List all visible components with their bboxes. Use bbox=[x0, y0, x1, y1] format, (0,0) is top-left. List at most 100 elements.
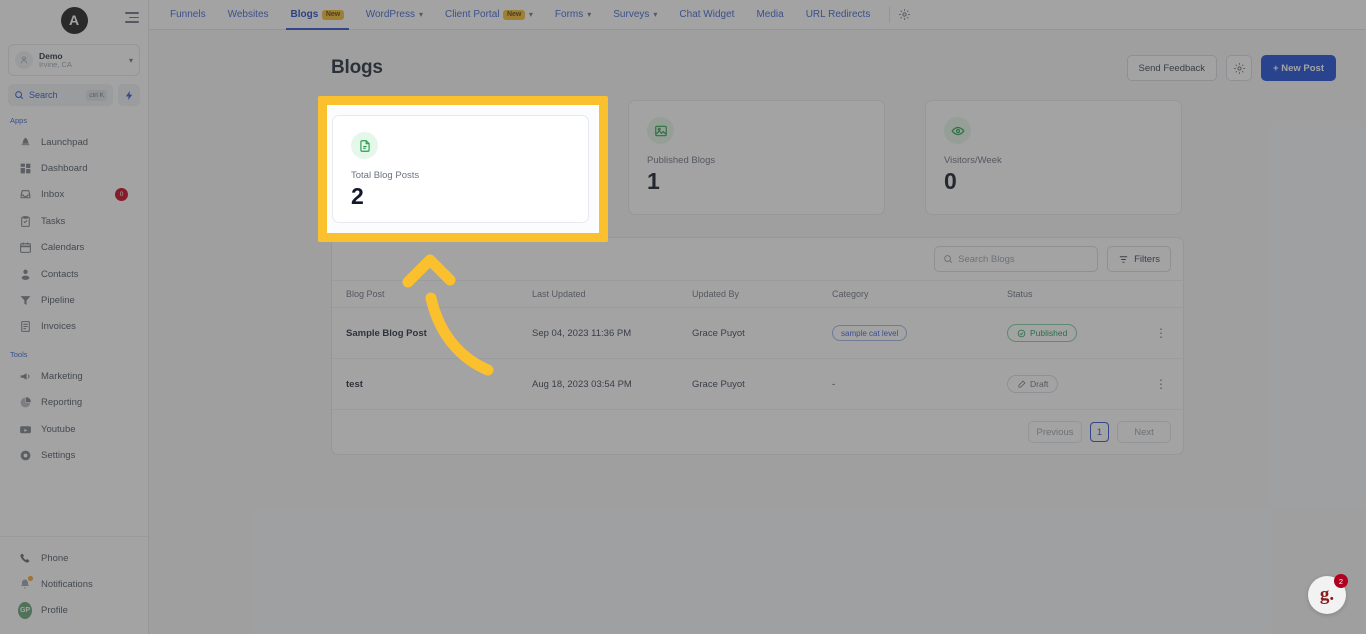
sidebar-nav-tools: Marketing Reporting Youtube Settings bbox=[0, 363, 148, 469]
column-header-blog-post: Blog Post bbox=[332, 280, 532, 308]
filters-button[interactable]: Filters bbox=[1107, 246, 1171, 272]
sidebar-item-settings[interactable]: Settings bbox=[0, 442, 148, 468]
tab-wordpress[interactable]: WordPress ▾ bbox=[355, 0, 434, 30]
stat-card-value: 1 bbox=[647, 168, 660, 194]
filter-funnel-icon bbox=[18, 294, 32, 308]
sidebar-item-label: Contacts bbox=[41, 268, 79, 280]
sidebar-item-label: Reporting bbox=[41, 397, 83, 409]
image-icon bbox=[647, 117, 674, 144]
quick-actions-button[interactable] bbox=[118, 84, 140, 106]
tab-label: Websites bbox=[227, 9, 269, 20]
sidebar-item-inbox[interactable]: Inbox 0 bbox=[0, 182, 148, 208]
gear-icon bbox=[18, 448, 32, 462]
cell-blog-post: test bbox=[332, 358, 532, 410]
rocket-icon bbox=[18, 135, 32, 149]
page-settings-button[interactable] bbox=[1226, 55, 1253, 81]
sidebar-collapse-icon[interactable] bbox=[125, 12, 141, 26]
tab-surveys[interactable]: Surveys ▾ bbox=[602, 0, 668, 30]
sidebar-item-label: Pipeline bbox=[41, 295, 75, 307]
stat-card-visitors-week[interactable]: Visitors/Week 0 bbox=[925, 100, 1182, 215]
sidebar-item-marketing[interactable]: Marketing bbox=[0, 363, 148, 389]
column-header-last-updated: Last Updated bbox=[532, 280, 692, 308]
app-screen: A Demo Irvine, CA ▾ Search ctrl K Apps L… bbox=[0, 0, 1366, 634]
tab-label: WordPress bbox=[365, 9, 415, 20]
sidebar-logo-row: A bbox=[0, 0, 148, 40]
tab-forms[interactable]: Forms ▾ bbox=[544, 0, 602, 30]
stat-card-published-blogs[interactable]: Published Blogs 1 bbox=[628, 100, 885, 215]
table-row[interactable]: Sample Blog Post Sep 04, 2023 11:36 PM G… bbox=[332, 307, 1185, 359]
sidebar-item-label: Invoices bbox=[41, 321, 76, 333]
sidebar-item-launchpad[interactable]: Launchpad bbox=[0, 129, 148, 155]
filters-label: Filters bbox=[1134, 253, 1160, 265]
highlighted-stat-card-total-blog-posts[interactable]: Total Blog Posts 2 bbox=[332, 115, 589, 223]
pagination-previous-button[interactable]: Previous bbox=[1028, 421, 1082, 443]
page-header-actions: Send Feedback + New Post bbox=[1126, 55, 1336, 81]
sidebar-section-tools: Tools bbox=[10, 350, 28, 360]
sidebar-item-pipeline[interactable]: Pipeline bbox=[0, 287, 148, 313]
support-widget-button[interactable]: g. 2 bbox=[1308, 574, 1348, 614]
person-icon bbox=[18, 267, 32, 281]
sidebar-item-invoices[interactable]: Invoices bbox=[0, 314, 148, 340]
topbar-settings-button[interactable] bbox=[898, 8, 911, 21]
tab-label: Blogs bbox=[290, 9, 319, 20]
tab-funnels[interactable]: Funnels bbox=[159, 0, 217, 30]
status-badge: Draft bbox=[1007, 375, 1059, 393]
chevron-down-icon: ▾ bbox=[653, 10, 658, 19]
search-blogs-placeholder: Search Blogs bbox=[958, 253, 1015, 265]
stat-card-value: 0 bbox=[944, 168, 957, 194]
search-shortcut: ctrl K bbox=[86, 89, 107, 101]
table-row[interactable]: test Aug 18, 2023 03:54 PM Grace Puyot -… bbox=[332, 358, 1185, 410]
pagination: Previous 1 Next bbox=[332, 410, 1183, 454]
pagination-page-1[interactable]: 1 bbox=[1090, 422, 1109, 442]
search-icon bbox=[15, 91, 24, 100]
sidebar-item-phone[interactable]: Phone bbox=[0, 545, 148, 571]
gear-icon bbox=[899, 9, 911, 20]
sidebar-item-contacts[interactable]: Contacts bbox=[0, 261, 148, 287]
search-blogs-input[interactable]: Search Blogs bbox=[934, 246, 1099, 272]
video-icon bbox=[18, 422, 32, 436]
cell-status: Published bbox=[1007, 307, 1137, 359]
sidebar-item-notifications[interactable]: Notifications bbox=[0, 571, 148, 597]
tab-chat-widget[interactable]: Chat Widget bbox=[668, 0, 745, 30]
stat-card-label: Total Blog Posts bbox=[351, 170, 420, 181]
location-switcher[interactable]: Demo Irvine, CA ▾ bbox=[8, 44, 140, 76]
send-feedback-button[interactable]: Send Feedback bbox=[1126, 55, 1218, 81]
sidebar-item-reporting[interactable]: Reporting bbox=[0, 390, 148, 416]
new-post-button[interactable]: + New Post bbox=[1261, 55, 1336, 81]
table-body: Sample Blog Post Sep 04, 2023 11:36 PM G… bbox=[332, 307, 1185, 410]
check-circle-icon bbox=[1017, 329, 1026, 337]
filter-icon bbox=[1119, 255, 1128, 263]
sidebar-item-label: Settings bbox=[41, 449, 76, 461]
search-input[interactable]: Search ctrl K bbox=[8, 84, 113, 106]
row-menu-button[interactable]: ⋮ bbox=[1155, 377, 1167, 391]
sidebar-nav-apps: Launchpad Dashboard Inbox 0 Tasks Calend… bbox=[0, 129, 148, 340]
sidebar-bottom: Phone Notifications GP Profile bbox=[0, 535, 148, 634]
pagination-next-button[interactable]: Next bbox=[1117, 421, 1171, 443]
column-header-status: Status bbox=[1007, 280, 1137, 308]
tab-media[interactable]: Media bbox=[745, 0, 794, 30]
column-header-category: Category bbox=[832, 280, 1007, 308]
row-menu-button[interactable]: ⋮ bbox=[1155, 326, 1167, 340]
sidebar-item-label: Youtube bbox=[41, 423, 76, 435]
page-header: Blogs Send Feedback + New Post bbox=[331, 52, 1336, 84]
sidebar-item-youtube[interactable]: Youtube bbox=[0, 416, 148, 442]
tab-url-redirects[interactable]: URL Redirects bbox=[795, 0, 882, 30]
sidebar-item-profile[interactable]: GP Profile bbox=[0, 598, 148, 624]
sidebar-item-dashboard[interactable]: Dashboard bbox=[0, 155, 148, 181]
new-badge: New bbox=[322, 9, 344, 20]
location-sub: Irvine, CA bbox=[39, 59, 72, 69]
blogs-table-panel: Search Blogs Filters Blog Post Last Upda… bbox=[331, 237, 1185, 455]
search-icon bbox=[944, 255, 953, 264]
app-logo[interactable]: A bbox=[60, 6, 88, 34]
sidebar-item-label: Launchpad bbox=[41, 136, 89, 148]
sidebar-item-calendars[interactable]: Calendars bbox=[0, 235, 148, 261]
chevron-down-icon: ▾ bbox=[128, 55, 133, 65]
sidebar-item-label: Dashboard bbox=[41, 163, 88, 175]
bell-icon bbox=[18, 576, 33, 591]
tab-websites[interactable]: Websites bbox=[217, 0, 280, 30]
tab-blogs[interactable]: Blogs New bbox=[280, 0, 355, 30]
sidebar-item-tasks[interactable]: Tasks bbox=[0, 208, 148, 234]
tab-label: Client Portal bbox=[445, 9, 500, 20]
sidebar-section-apps: Apps bbox=[10, 116, 28, 125]
tab-client-portal[interactable]: Client Portal New ▾ bbox=[434, 0, 544, 30]
